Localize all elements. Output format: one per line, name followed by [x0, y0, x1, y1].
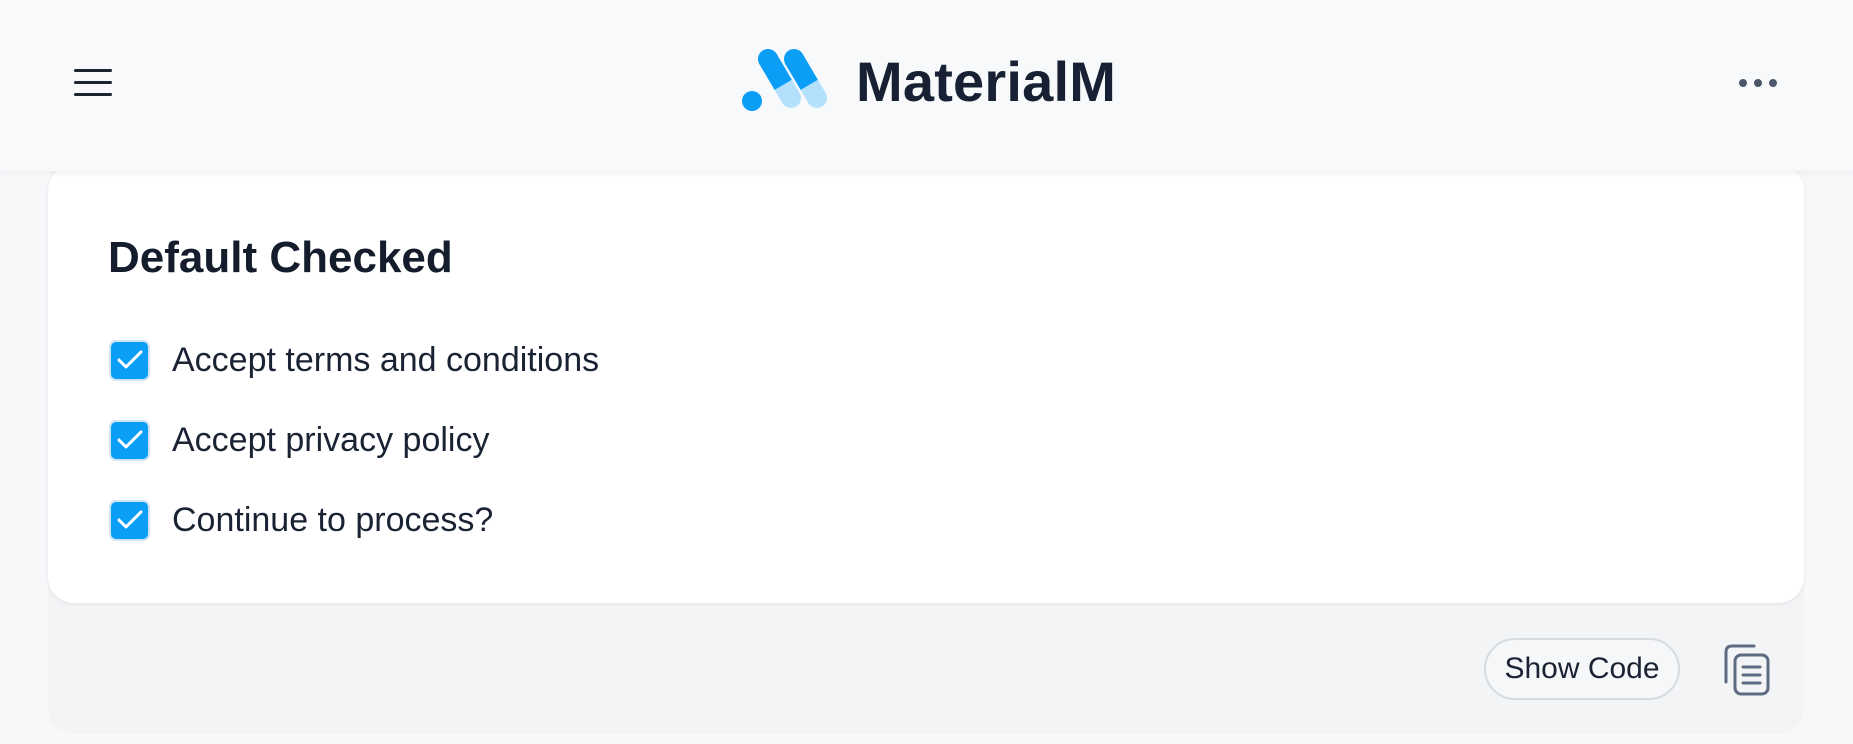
- materialm-logo-icon: [742, 49, 827, 111]
- more-options-button[interactable]: [1732, 66, 1784, 100]
- checkmark-icon: [117, 430, 142, 449]
- continue-label: Continue to process?: [172, 500, 494, 539]
- checkbox-row-continue[interactable]: Continue to process?: [109, 496, 493, 544]
- accept-privacy-checkbox[interactable]: [109, 419, 150, 461]
- checkmark-icon: [117, 510, 142, 529]
- brand-name: MaterialM: [856, 49, 1117, 113]
- copy-icon: [1724, 644, 1770, 696]
- more-horizontal-icon: [1739, 79, 1777, 87]
- checkmark-icon: [117, 350, 142, 369]
- accept-privacy-label: Accept privacy policy: [172, 420, 490, 459]
- menu-button[interactable]: [60, 58, 126, 108]
- brand[interactable]: MaterialM: [740, 46, 1116, 116]
- checkbox-row-accept-terms[interactable]: Accept terms and conditions: [109, 336, 599, 384]
- accept-terms-label: Accept terms and conditions: [172, 340, 600, 379]
- card-title: Default Checked: [108, 233, 453, 282]
- top-app-bar: MaterialM: [0, 0, 1853, 171]
- card-footer: Show Code: [48, 580, 1804, 734]
- show-code-button[interactable]: Show Code: [1484, 638, 1680, 700]
- checkbox-demo-card: Default Checked Accept terms and conditi…: [48, 165, 1804, 603]
- copy-button[interactable]: [1720, 642, 1774, 698]
- continue-checkbox[interactable]: [109, 499, 150, 541]
- hamburger-menu-icon: [74, 69, 112, 96]
- checkbox-row-accept-privacy[interactable]: Accept privacy policy: [109, 416, 489, 464]
- accept-terms-checkbox[interactable]: [109, 339, 150, 381]
